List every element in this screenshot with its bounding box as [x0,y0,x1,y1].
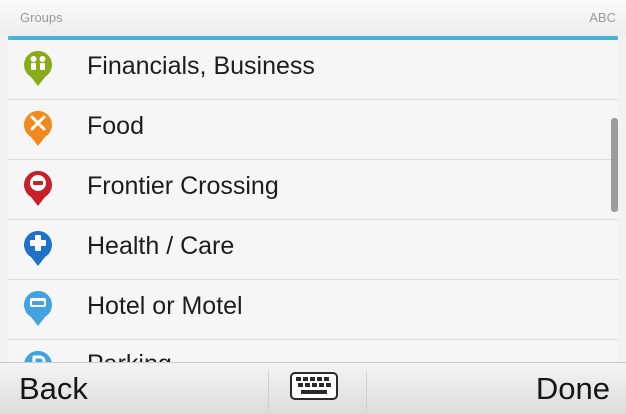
list-item-hotel-motel[interactable]: Hotel or Motel [8,280,618,340]
header-bar: Groups ABC [0,0,626,36]
list-item-label: Food [87,112,144,140]
groups-list[interactable]: Financials, Business Food Frontier Cross… [8,40,618,362]
header-title: Groups [20,10,63,25]
done-button[interactable]: Done [536,363,610,414]
footer-divider-right [366,371,367,409]
list-item-label: Hotel or Motel [87,292,243,320]
list-item-label: Financials, Business [87,52,315,80]
groups-screen: Groups ABC Financials, Business Food Fro… [0,0,626,414]
list-item-frontier-crossing[interactable]: Frontier Crossing [8,160,618,220]
input-mode-indicator: ABC [589,10,616,25]
health-care-icon [24,230,52,266]
list-item-food[interactable]: Food [8,100,618,160]
footer-divider-left [268,371,269,409]
list-item-label: Parking [87,350,172,362]
list-item-financials-business[interactable]: Financials, Business [8,40,618,100]
frontier-crossing-icon [24,170,52,206]
list-item-label: Frontier Crossing [87,172,279,200]
food-icon [24,110,52,146]
scrollbar[interactable] [611,118,618,212]
financials-business-icon [24,50,52,86]
footer-toolbar: Back Done [0,362,626,414]
back-button[interactable]: Back [19,363,88,414]
list-item-parking[interactable]: Parking [8,340,618,362]
hotel-motel-icon [24,290,52,326]
keyboard-icon[interactable] [289,371,339,401]
list-item-label: Health / Care [87,232,235,260]
parking-icon [24,350,52,362]
list-item-health-care[interactable]: Health / Care [8,220,618,280]
